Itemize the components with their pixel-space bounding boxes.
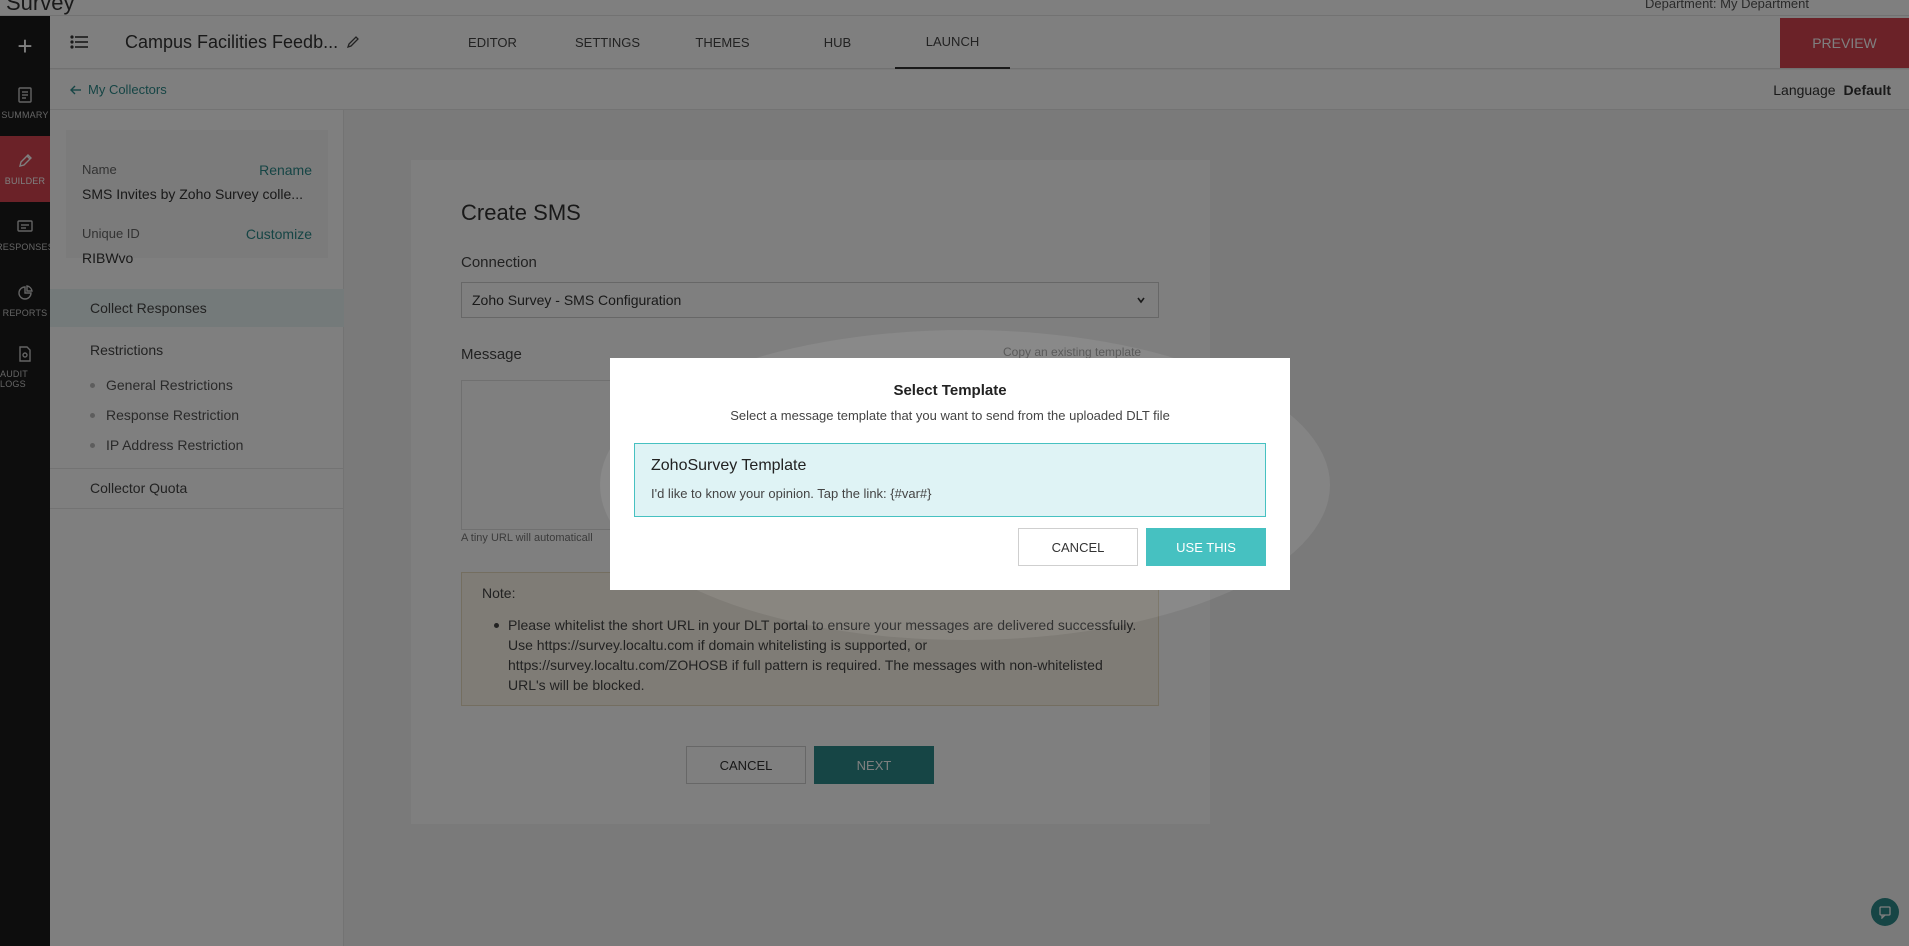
template-option[interactable]: ZohoSurvey Template I'd like to know you… xyxy=(634,443,1266,517)
template-name: ZohoSurvey Template xyxy=(651,457,807,474)
use-this-button[interactable]: USE THIS xyxy=(1146,528,1266,566)
select-template-modal: Select Template Select a message templat… xyxy=(610,358,1290,590)
template-body: I'd like to know your opinion. Tap the l… xyxy=(651,486,932,501)
modal-cancel-button[interactable]: CANCEL xyxy=(1018,528,1138,566)
modal-title: Select Template xyxy=(893,382,1007,399)
modal-subtitle: Select a message template that you want … xyxy=(730,408,1170,423)
